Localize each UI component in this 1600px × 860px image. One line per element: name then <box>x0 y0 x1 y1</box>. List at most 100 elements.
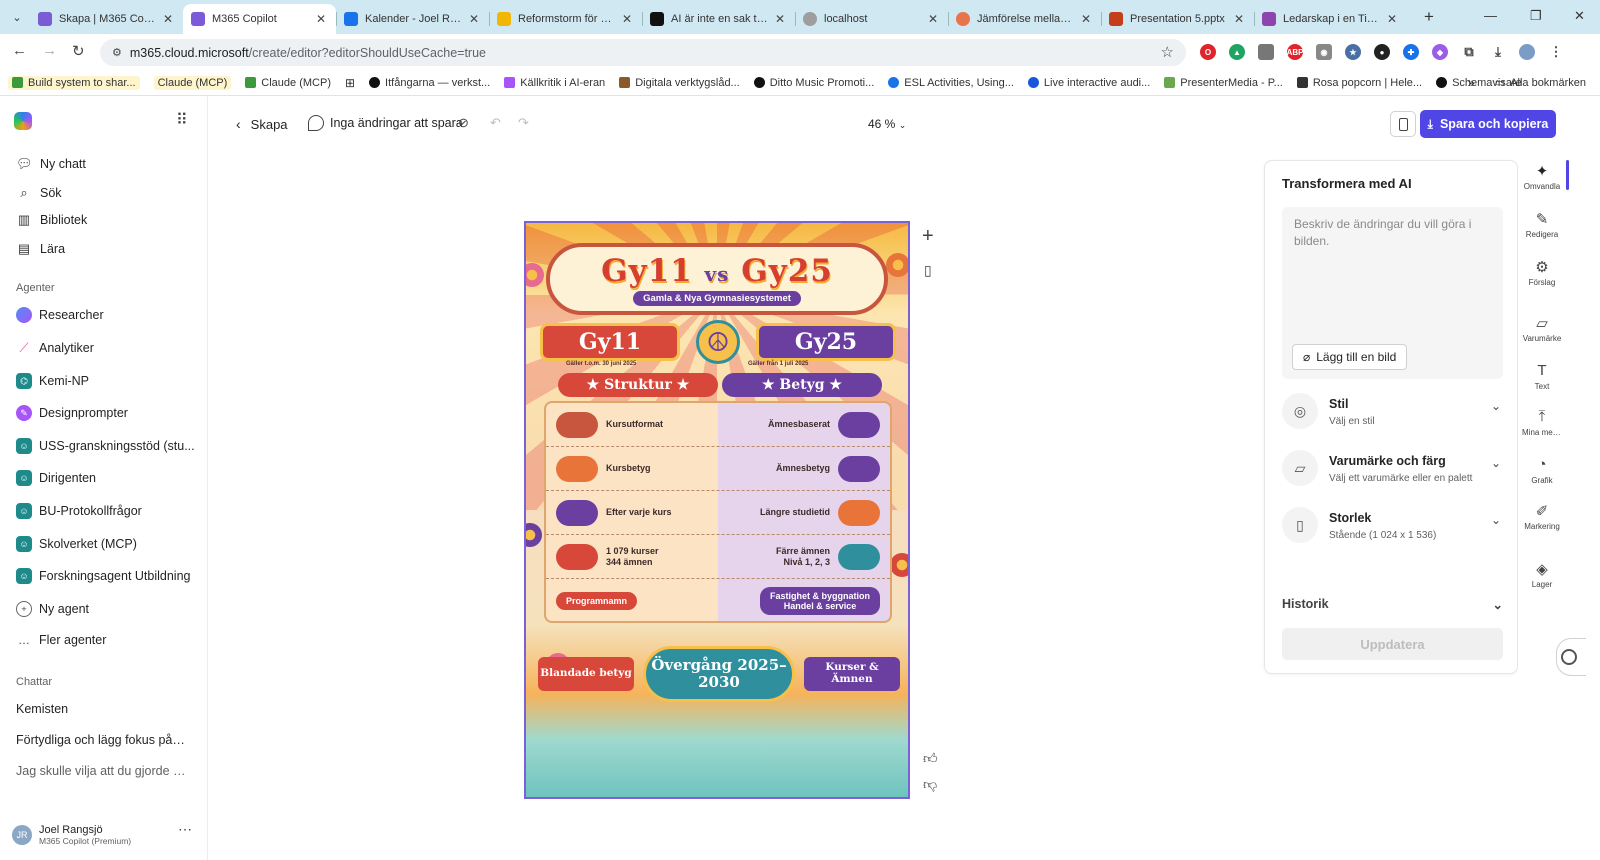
restore-icon[interactable]: ❐ <box>1530 8 1542 24</box>
nav-search[interactable]: ⌕ Sök <box>16 181 61 205</box>
minimize-icon[interactable]: — <box>1484 8 1497 23</box>
bookmark[interactable]: PresenterMedia - P... <box>1164 77 1283 89</box>
nav-library[interactable]: ▥ Bibliotek <box>16 208 87 232</box>
bookmark[interactable]: Live interactive audi... <box>1027 77 1150 89</box>
circle-extension-icon[interactable]: ● <box>1374 44 1390 60</box>
thumbs-up-icon[interactable]: 👍︎ <box>923 750 938 767</box>
agent-uss[interactable]: ☺ USS-granskningsstöd (stu... <box>16 434 195 458</box>
browser-tab[interactable]: Reformstorm för skolan ✕ <box>489 4 642 34</box>
agent-forskning[interactable]: ☺ Forskningsagent Utbildning <box>16 564 190 588</box>
bookmark[interactable]: Build system to shar... <box>8 75 140 90</box>
agent-researcher[interactable]: Researcher <box>16 303 104 327</box>
url-field[interactable]: ⚙ m365.cloud.microsoft/create/editor?edi… <box>100 39 1186 66</box>
bookmark-star-icon[interactable]: ☆ <box>1161 43 1174 61</box>
add-image-button[interactable]: ⌀ Lägg till en bild <box>1292 344 1408 370</box>
user-profile[interactable]: JR Joel Rangsjö M365 Copilot (Premium) <box>12 824 131 846</box>
rail-text[interactable]: T Text <box>1518 362 1566 391</box>
app-launcher-icon[interactable]: ⠿ <box>176 110 188 130</box>
rail-my-media[interactable]: ⤒ Mina media <box>1518 408 1566 437</box>
bookmark[interactable]: Digitala verktygslåd... <box>619 77 740 89</box>
browser-tab[interactable]: AI är inte en sak till | ... ✕ <box>642 4 795 34</box>
copilot-edge-button[interactable] <box>1556 638 1586 676</box>
brand-color-option[interactable]: ▱ Varumärke och färg Välj ett varumärke e… <box>1282 450 1503 502</box>
rail-brand[interactable]: ▱ Varumärke <box>1518 314 1566 343</box>
new-agent-button[interactable]: + Ny agent <box>16 597 89 621</box>
zoom-dropdown[interactable]: 46 % ⌄ <box>868 117 906 131</box>
chat-item[interactable]: Förtydliga och lägg fokus på t... <box>16 733 186 747</box>
rail-transform[interactable]: ✦ Omvandla <box>1518 162 1566 191</box>
nav-learn[interactable]: ▤ Lära <box>16 237 65 261</box>
rail-layers[interactable]: ◈ Lager <box>1518 560 1566 589</box>
browser-tab-active[interactable]: M365 Copilot ✕ <box>183 4 336 34</box>
update-button[interactable]: Uppdatera <box>1282 628 1503 660</box>
generated-poster-image[interactable]: Gy11 vs Gy25 Gamla & Nya Gymnasiesysteme… <box>524 221 910 799</box>
close-icon[interactable]: ✕ <box>161 12 175 26</box>
opera-extension-icon[interactable]: O <box>1200 44 1216 60</box>
adblock-extension-icon[interactable]: ABP <box>1287 44 1303 60</box>
forward-arrow-icon[interactable]: → <box>42 42 57 59</box>
drive-extension-icon[interactable]: ▲ <box>1229 44 1245 60</box>
profile-avatar-icon[interactable] <box>1519 44 1535 60</box>
close-icon[interactable]: ✕ <box>314 12 328 26</box>
agent-skolverket[interactable]: ☺ Skolverket (MCP) <box>16 532 137 556</box>
add-page-icon[interactable]: ▯ <box>924 262 932 279</box>
agent-analyst[interactable]: ⟋ Analytiker <box>16 336 93 360</box>
bookmark[interactable]: Itfångarna — verkst... <box>369 77 490 89</box>
grey-extension-icon[interactable] <box>1258 44 1274 60</box>
style-option[interactable]: ◎ Stil Välj en stil ⌄ <box>1282 393 1503 445</box>
bookmark[interactable]: Claude (MCP) <box>153 75 232 90</box>
extensions-puzzle-icon[interactable]: ⧉ <box>1461 44 1477 60</box>
camera-extension-icon[interactable]: ◉ <box>1316 44 1332 60</box>
rail-edit[interactable]: ✎ Redigera <box>1518 210 1566 239</box>
bookmark[interactable]: Källkritik i AI-eran <box>504 77 605 89</box>
sync-off-icon[interactable]: ⊘ <box>458 115 469 131</box>
tab-search-icon[interactable]: ⌄ <box>6 6 28 28</box>
close-icon[interactable]: ✕ <box>1079 12 1093 26</box>
agent-dirigenten[interactable]: ☺ Dirigenten <box>16 466 96 490</box>
copilot-logo-icon[interactable] <box>14 112 32 130</box>
back-to-create-button[interactable]: ‹ Skapa <box>236 116 288 132</box>
close-icon[interactable]: ✕ <box>773 12 787 26</box>
rail-suggestions[interactable]: ⚙ Förslag <box>1518 258 1566 287</box>
window-close-icon[interactable]: ✕ <box>1574 8 1585 24</box>
agent-kemi-np[interactable]: ⌬ Kemi-NP <box>16 369 89 393</box>
close-icon[interactable]: ✕ <box>1385 12 1399 26</box>
reload-icon[interactable]: ↻ <box>72 42 85 60</box>
more-options-icon[interactable]: ⋯ <box>178 821 192 838</box>
bookmark[interactable]: Ditto Music Promoti... <box>753 77 874 89</box>
agent-designprompter[interactable]: ✎ Designprompter <box>16 401 128 425</box>
chat-item[interactable]: Kemisten <box>16 702 186 716</box>
close-icon[interactable]: ✕ <box>1232 12 1246 26</box>
close-icon[interactable]: ✕ <box>467 12 481 26</box>
redo-icon[interactable]: ↷ <box>518 115 529 131</box>
all-bookmarks-link[interactable]: Alla bokmärken <box>1510 77 1586 89</box>
save-and-copy-button[interactable]: ⤓ Spara och kopiera <box>1420 110 1556 138</box>
more-agents-button[interactable]: … Fler agenter <box>16 628 106 652</box>
add-icon[interactable]: + <box>922 225 934 248</box>
close-icon[interactable]: ✕ <box>620 12 634 26</box>
browser-tab[interactable]: Ledarskap i en Tid av AI ✕ <box>1254 4 1407 34</box>
bookmark[interactable]: Claude (MCP) <box>245 77 331 89</box>
new-tab-icon[interactable]: + <box>1424 7 1434 27</box>
download-icon[interactable]: ⤓ <box>1490 44 1506 60</box>
bookmarks-overflow-icon[interactable]: » <box>1468 75 1475 90</box>
undo-icon[interactable]: ↶ <box>490 115 501 131</box>
size-option[interactable]: ▯ Storlek Stående (1 024 x 1 536) ⌄ <box>1282 507 1503 559</box>
browser-tab[interactable]: Presentation 5.pptx ✕ <box>1101 4 1254 34</box>
transform-prompt-input[interactable] <box>1282 207 1503 327</box>
browser-tab[interactable]: Jämförelse mellan Gy11 ✕ <box>948 4 1101 34</box>
history-section[interactable]: Historik ⌄ <box>1282 597 1503 612</box>
puzzle-blue-extension-icon[interactable]: ✚ <box>1403 44 1419 60</box>
star-extension-icon[interactable]: ★ <box>1345 44 1361 60</box>
rail-graphics[interactable]: ◔ Grafik <box>1518 456 1566 485</box>
browser-tab[interactable]: Kalender - Joel Rangsjö ✕ <box>336 4 489 34</box>
agent-bu-protokoll[interactable]: ☺ BU-Protokollfrågor <box>16 499 142 523</box>
site-info-icon[interactable]: ⚙ <box>112 46 122 59</box>
bookmark-apps[interactable]: ⊞ <box>345 76 355 90</box>
nav-new-chat[interactable]: 💬︎ Ny chatt <box>16 152 86 176</box>
rail-markup[interactable]: ✐ Markering <box>1518 502 1566 531</box>
close-icon[interactable]: ✕ <box>926 12 940 26</box>
bookmark[interactable]: ESL Activities, Using... <box>888 77 1014 89</box>
back-arrow-icon[interactable]: ← <box>12 42 27 59</box>
thumbs-down-icon[interactable]: 👎︎ <box>923 776 937 793</box>
